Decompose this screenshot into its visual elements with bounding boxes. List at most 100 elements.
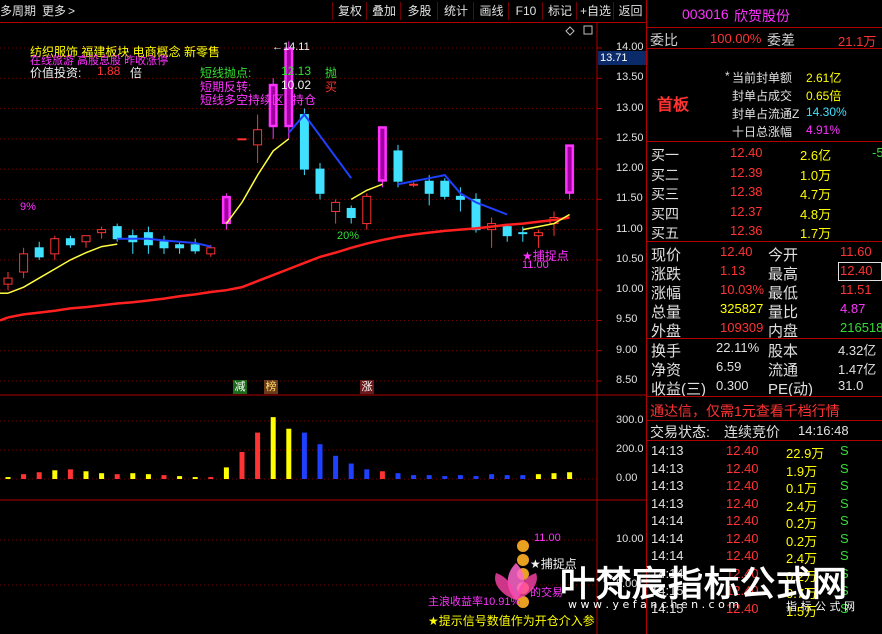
candle-body [533, 232, 543, 237]
toolbar-button-6[interactable]: 标记 [542, 2, 577, 20]
ma-blue-line [397, 174, 508, 216]
candle-body [190, 244, 200, 252]
price-ytick: 8.50 [616, 374, 638, 386]
volume-bar [114, 474, 120, 479]
lower-ytick-10: 10.00 [616, 533, 644, 545]
candle-body [331, 201, 341, 212]
toolbar-button-2[interactable]: 多股 [400, 2, 438, 20]
order-label: 买三 [651, 186, 679, 202]
limit-row-label: 封单占流通Z [732, 107, 800, 121]
quote-label: 量比 [768, 304, 799, 321]
volume-bar [52, 470, 58, 479]
tick-time: 14:14 [651, 513, 684, 528]
volume-bar [301, 432, 307, 479]
toolbar-button-0[interactable]: 复权 [332, 2, 367, 20]
volume-bar [67, 469, 73, 479]
stock-name: 欣贺股份 [734, 8, 790, 24]
tick-row: 14:14 12.40 0.2万 S [648, 513, 882, 531]
volume-bar [208, 477, 214, 479]
order-price: 12.38 [730, 184, 763, 199]
order-volume: 1.0万 [800, 167, 832, 183]
quote2-label: 换手 [651, 343, 682, 360]
order-volume: 1.7万 [800, 226, 832, 241]
volume-bar [535, 474, 541, 479]
quote-value: 11.51 [840, 282, 872, 297]
volume-bar [255, 432, 261, 479]
tick-flag: S [840, 530, 849, 546]
quote2-value: 6.59 [716, 359, 742, 374]
tick-time: 14:13 [651, 495, 684, 511]
candle-body [346, 207, 356, 219]
volume-bar [83, 471, 89, 479]
buy-order-row[interactable]: 买四 12.37 4.8万 [648, 204, 882, 224]
tick-price: 12.40 [726, 495, 759, 511]
buy-order-row[interactable]: 买五 12.36 1.7万 [648, 223, 882, 243]
marker-rank[interactable]: 榜 [264, 380, 278, 394]
candle-body [206, 247, 216, 255]
quote-value: 4.87 [840, 301, 866, 316]
toolbar-button-7[interactable]: +自选 [576, 2, 614, 20]
order-label: 买四 [651, 205, 679, 222]
signal-3-label: 短线多空持续区: [200, 93, 288, 107]
quote2-label: 净资 [651, 362, 682, 379]
candle-body [393, 150, 403, 182]
volume-bar [364, 469, 370, 479]
tick-volume: 22.9万 [786, 446, 825, 461]
divider-5 [647, 338, 882, 339]
period-button[interactable]: 多周期 [0, 2, 38, 20]
limit-row-value: 0.65倍 [806, 89, 842, 103]
marker-reduce[interactable]: 减 [233, 380, 247, 394]
marker-rise[interactable]: 涨 [360, 380, 374, 394]
value-unit: 倍 [130, 66, 143, 80]
toolbar-button-4[interactable]: 画线 [473, 2, 509, 20]
toolbar-button-5[interactable]: F10 [508, 2, 543, 20]
quote-label: 最低 [768, 285, 799, 302]
tick-flag: S [840, 478, 849, 493]
price-ytick: 12.00 [616, 162, 644, 175]
limit-title: 首板 [657, 97, 690, 114]
tick-row: 14:13 12.40 2.4万 S [648, 495, 882, 514]
wei-cha-label: 委差 [767, 32, 795, 48]
pct-9-label: 9% [20, 201, 36, 213]
tick-row: 14:14 12.40 0.2万 S [648, 530, 882, 549]
volume-bar [270, 417, 276, 479]
volume-ytick: 0.00 [616, 472, 638, 484]
candle-body [34, 247, 44, 258]
toolbar-button-8[interactable]: 返回 [613, 2, 647, 20]
volume-bar [411, 475, 417, 479]
limit-row-value: 2.61亿 [806, 71, 842, 85]
watermark-url: w w w . y e f a n c h e n . c o m [568, 598, 740, 611]
signal-3-value: 持仓 [292, 93, 317, 107]
trade-status-label: 交易状态: [650, 424, 710, 440]
order-price: 12.36 [730, 223, 763, 238]
candle-body [97, 229, 107, 234]
candle-body-inner [224, 198, 229, 222]
tick-price: 12.40 [726, 443, 759, 458]
divider-3 [647, 141, 882, 142]
tick-row: 14:13 12.40 0.1万 S [648, 478, 882, 496]
volume-bar [223, 467, 229, 479]
candle-body [175, 244, 185, 249]
buy-order-row[interactable]: 买三 12.38 4.7万 [648, 184, 882, 204]
candle-body [81, 235, 91, 243]
high-value: 14.11 [283, 41, 310, 53]
promo-link[interactable]: 通达信，仅需1元查看千档行情 [650, 401, 840, 421]
ma-red-line [0, 316, 9, 322]
more-arrow-icon[interactable]: > [68, 2, 78, 20]
signal-2-tag: 买 [325, 80, 338, 94]
buy-order-row[interactable]: 买二 12.39 1.0万 [648, 165, 882, 185]
buy-order-row[interactable]: 买一 12.40 2.6亿 -5 [648, 145, 882, 165]
candle-body [253, 129, 263, 146]
volume-ytick: 300.0 [616, 414, 644, 426]
candle-body [440, 180, 450, 197]
volume-bar [379, 471, 385, 479]
order-price: 12.39 [730, 164, 763, 180]
toolbar-button-1[interactable]: 叠加 [366, 2, 401, 20]
candle-body [455, 195, 465, 200]
more-button[interactable]: 更多 [42, 2, 68, 20]
value-label: 价值投资: [30, 66, 82, 80]
panel-divider [646, 0, 647, 634]
toolbar-button-3[interactable]: 统计 [437, 2, 474, 20]
candle-body [299, 114, 309, 170]
quote-value: 11.60 [840, 244, 872, 259]
